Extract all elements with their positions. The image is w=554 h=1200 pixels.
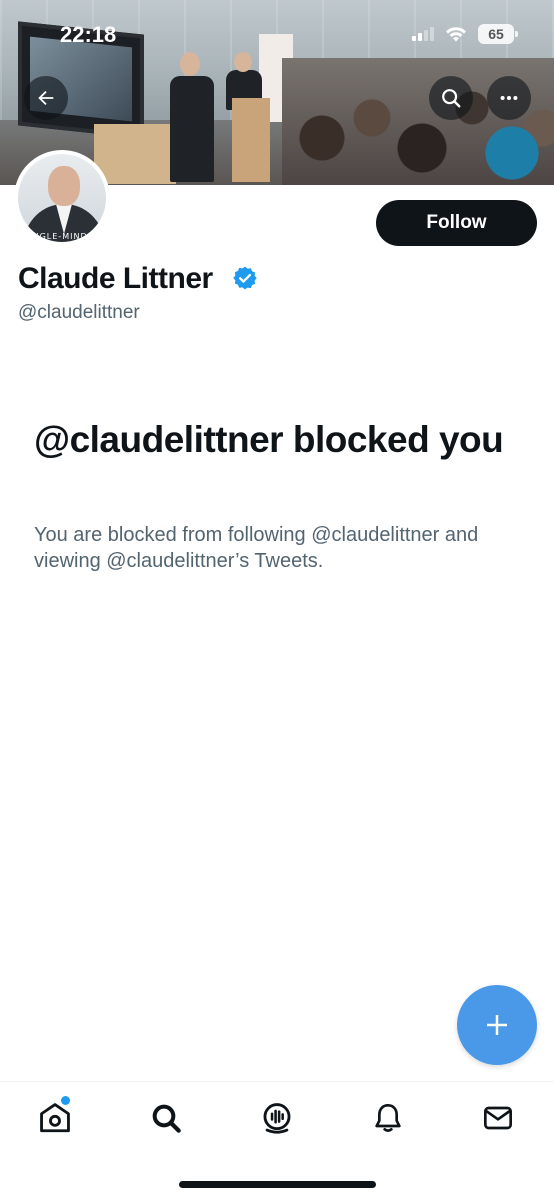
home-icon <box>40 1103 70 1133</box>
nav-spaces[interactable] <box>257 1098 297 1138</box>
display-name: Claude Littner <box>18 262 213 295</box>
nav-search[interactable] <box>146 1098 186 1138</box>
bell-icon <box>375 1104 401 1132</box>
arrow-left-icon <box>38 90 54 106</box>
battery-indicator: 65 <box>478 24 518 44</box>
status-icons: 65 <box>412 24 518 44</box>
verified-badge-icon <box>233 266 257 290</box>
banner-podium <box>232 98 270 182</box>
compose-tweet-button[interactable] <box>457 985 537 1065</box>
home-indicator[interactable] <box>179 1181 376 1188</box>
banner-speaker <box>170 76 214 182</box>
search-profile-button[interactable] <box>429 76 473 120</box>
banner-presenter-head <box>234 52 252 72</box>
search-icon <box>442 89 461 108</box>
blocked-description: You are blocked from following @claudeli… <box>34 524 479 572</box>
blocked-title: @claudelittner blocked you <box>34 419 504 460</box>
cellular-signal-icon <box>412 27 434 41</box>
nav-notifications[interactable] <box>368 1098 408 1138</box>
mail-icon <box>484 1106 512 1130</box>
plus-icon <box>487 1015 507 1035</box>
status-time: 22:18 <box>60 22 117 47</box>
banner-speaker-head <box>180 52 200 76</box>
back-button[interactable] <box>24 76 68 120</box>
more-horizontal-icon <box>500 95 518 101</box>
profile-avatar[interactable]: SINGLE-MINDED <box>14 150 110 246</box>
banner-desk <box>94 124 176 184</box>
wifi-icon <box>446 27 466 42</box>
home-notification-dot <box>61 1096 70 1105</box>
follow-button[interactable]: Follow <box>376 200 537 246</box>
more-options-button[interactable] <box>487 76 531 120</box>
profile-handle: @claudelittner <box>18 302 140 323</box>
search-icon <box>152 1104 181 1133</box>
nav-home[interactable] <box>35 1096 75 1138</box>
avatar-caption: SINGLE-MINDED <box>23 232 101 241</box>
nav-messages[interactable] <box>478 1098 518 1138</box>
spaces-icon <box>263 1103 291 1134</box>
